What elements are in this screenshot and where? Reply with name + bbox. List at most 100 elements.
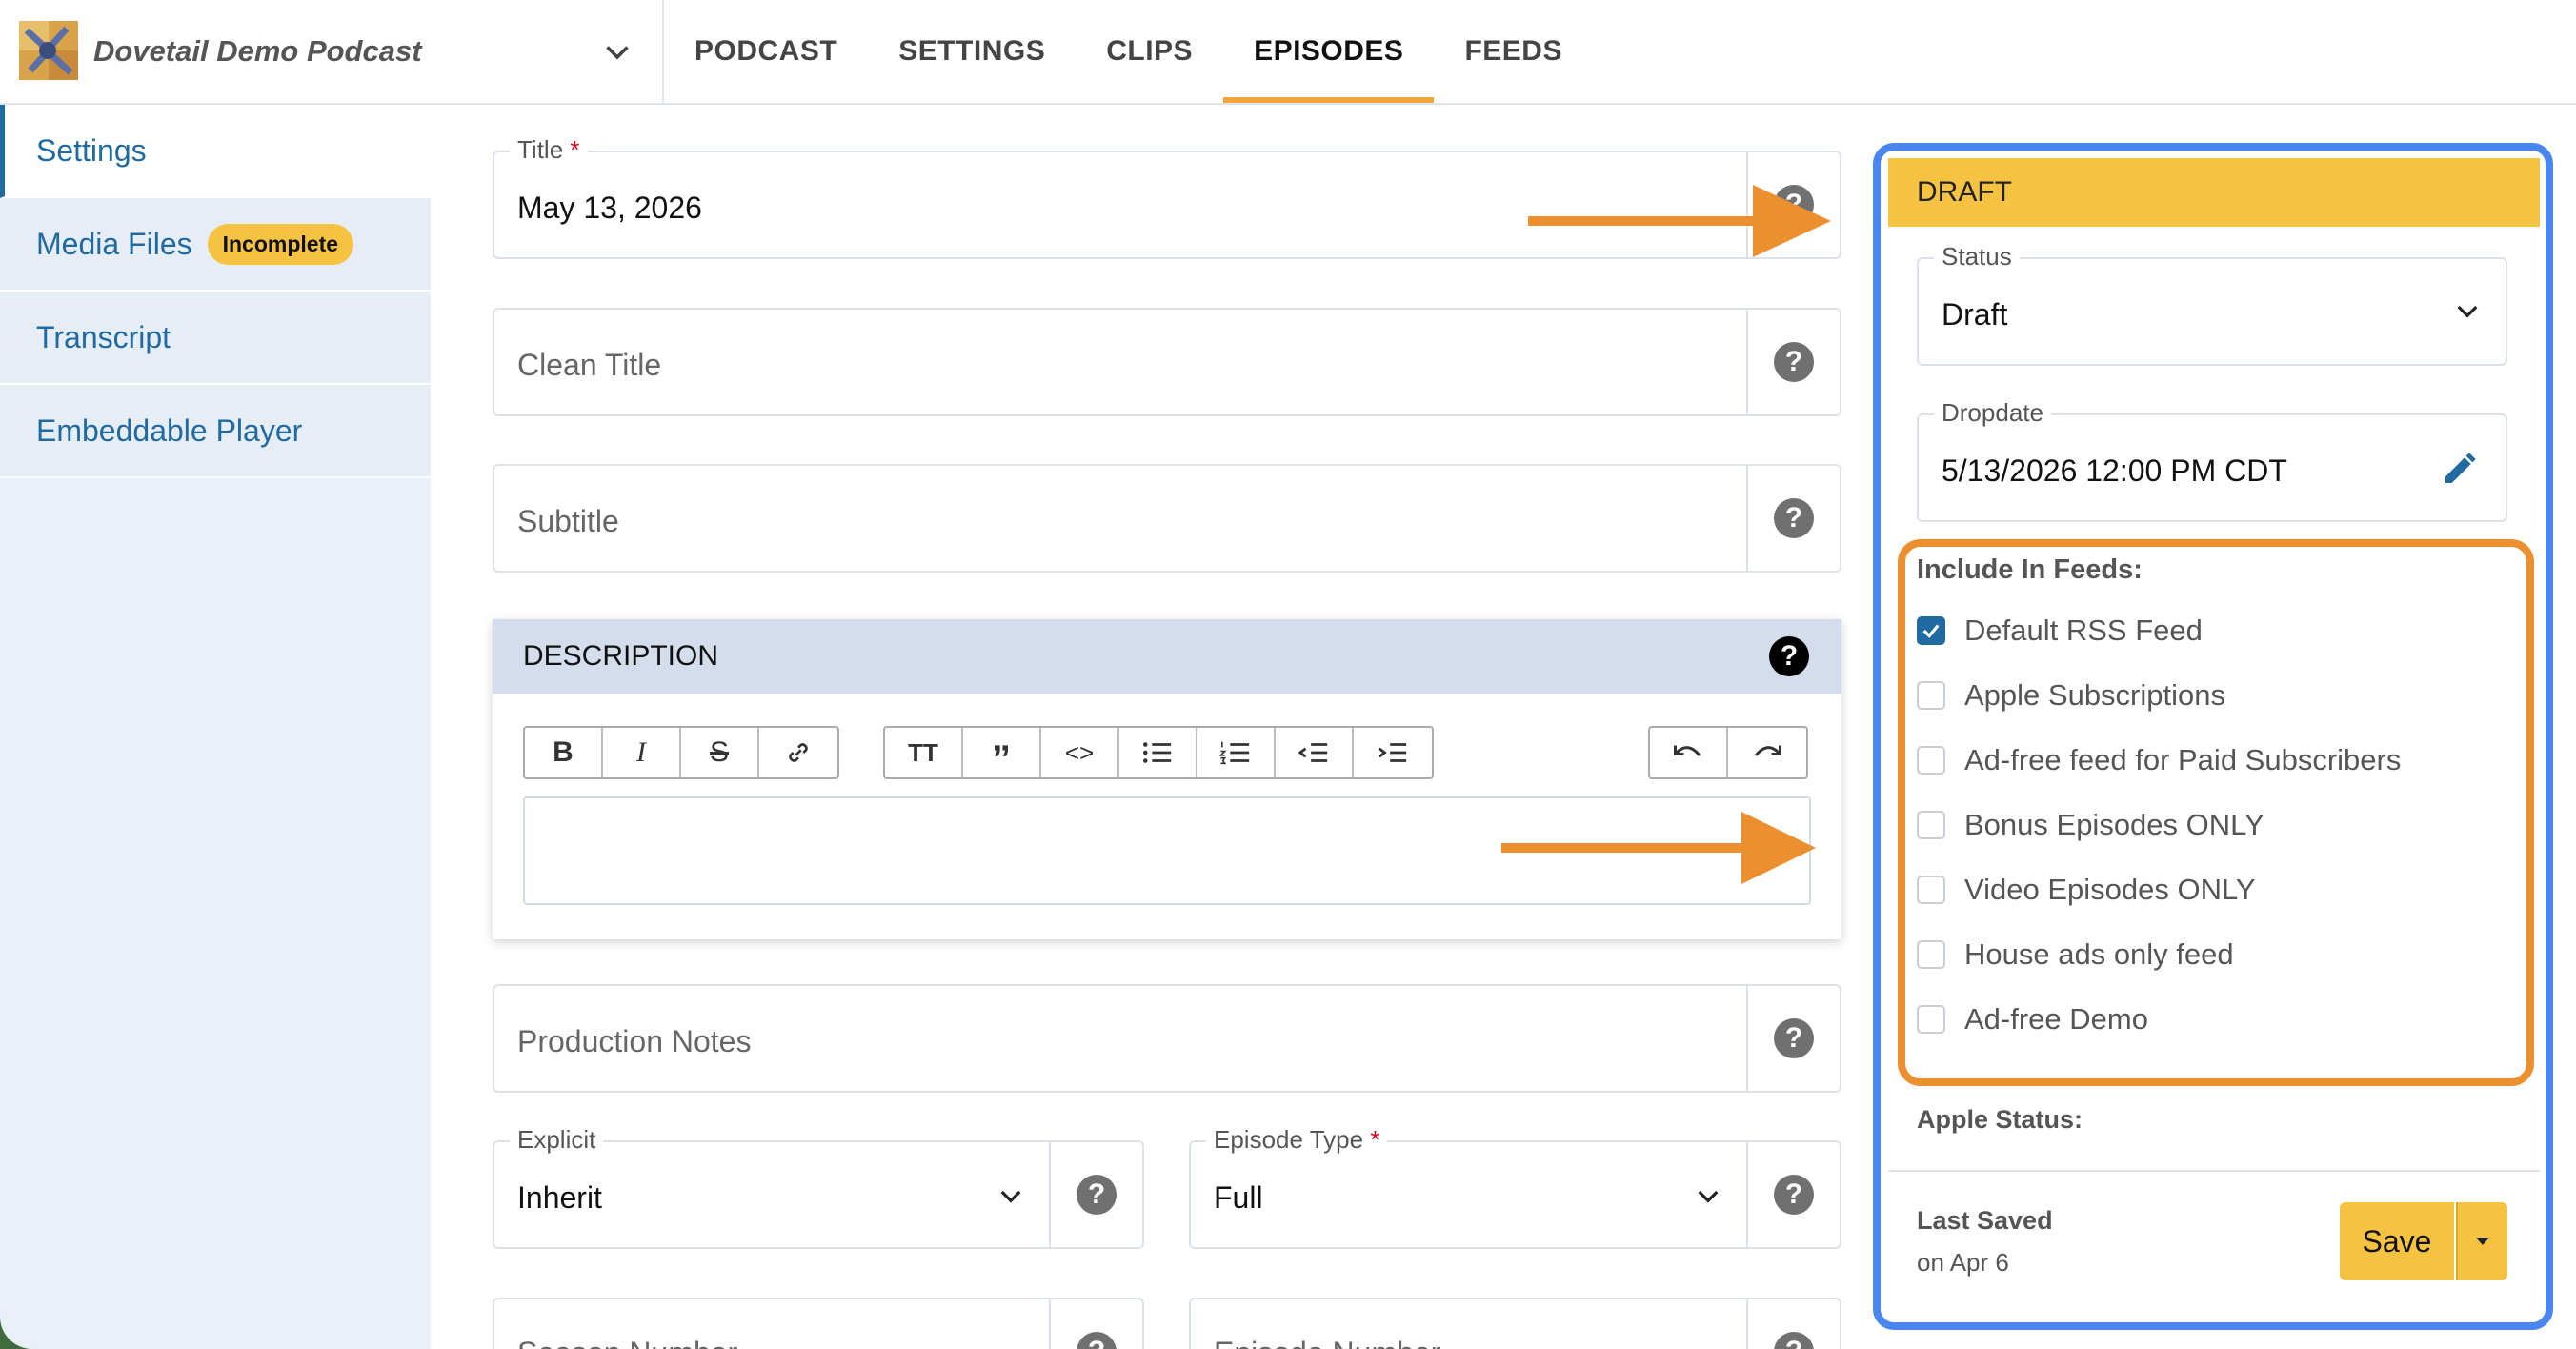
sidebar-item-media-files[interactable]: Media Files Incomplete xyxy=(0,198,431,292)
heading-icon[interactable]: TT xyxy=(885,728,963,777)
help-button[interactable]: ? xyxy=(1049,1299,1142,1349)
help-button[interactable]: ? xyxy=(1746,1142,1840,1247)
feed-label: Apple Subscriptions xyxy=(1964,678,2225,712)
code-icon[interactable]: <> xyxy=(1041,728,1119,777)
app-window: Dovetail Demo Podcast PODCAST SETTINGS C… xyxy=(0,0,2576,1349)
season-number-field[interactable]: Season Number ? xyxy=(493,1298,1144,1349)
save-button[interactable]: Save xyxy=(2340,1202,2454,1280)
help-button[interactable]: ? xyxy=(1746,1299,1840,1349)
bold-icon[interactable]: B xyxy=(525,728,603,777)
checkbox-icon[interactable] xyxy=(1917,1005,1945,1034)
episode-number-field[interactable]: Episode Number ? xyxy=(1189,1298,1841,1349)
episode-number-label: Episode Number xyxy=(1214,1336,1440,1349)
production-notes-field[interactable]: Production Notes ? xyxy=(493,984,1841,1093)
feed-label: Default RSS Feed xyxy=(1964,614,2203,647)
divider xyxy=(1888,1170,2540,1172)
strikethrough-icon[interactable]: S xyxy=(681,728,759,777)
bullet-list-icon[interactable] xyxy=(1119,728,1197,777)
pencil-icon[interactable] xyxy=(2441,450,2479,488)
feed-checkbox-ad-free-paid[interactable]: Ad-free feed for Paid Subscribers xyxy=(1917,743,2401,777)
podcast-selector[interactable]: Dovetail Demo Podcast xyxy=(0,0,664,103)
indent-icon[interactable] xyxy=(1354,728,1432,777)
link-icon[interactable] xyxy=(759,728,837,777)
sidebar-item-label: Embeddable Player xyxy=(36,413,303,448)
subtitle-field[interactable]: Subtitle ? xyxy=(493,464,1841,573)
description-panel: DESCRIPTION ? B I S TT ” <> xyxy=(493,619,1841,939)
sidebar-item-settings[interactable]: Settings xyxy=(0,105,431,198)
checkbox-icon[interactable] xyxy=(1917,811,1945,839)
help-icon[interactable]: ? xyxy=(1769,636,1809,676)
help-button[interactable]: ? xyxy=(1746,466,1840,571)
feed-checkbox-ad-free-demo[interactable]: Ad-free Demo xyxy=(1917,1002,2148,1037)
format-toolbar-group: B I S xyxy=(523,726,839,779)
numbered-list-icon[interactable] xyxy=(1197,728,1276,777)
clean-title-field[interactable]: Clean Title ? xyxy=(493,308,1841,416)
incomplete-badge: Incomplete xyxy=(207,223,354,265)
feed-checkbox-default-rss[interactable]: Default RSS Feed xyxy=(1917,614,2203,648)
explicit-label: Explicit xyxy=(510,1125,604,1155)
block-toolbar-group: TT ” <> xyxy=(883,726,1434,780)
help-button[interactable]: ? xyxy=(1049,1142,1142,1247)
sidebar-item-label: Media Files xyxy=(36,226,192,261)
undo-icon[interactable] xyxy=(1650,728,1728,777)
dropdate-field[interactable]: Dropdate 5/13/2026 12:00 PM CDT xyxy=(1917,398,2507,522)
tab-settings[interactable]: SETTINGS xyxy=(868,0,1076,103)
checkbox-icon[interactable] xyxy=(1917,746,1945,775)
tab-clips[interactable]: CLIPS xyxy=(1076,0,1223,103)
checkbox-checked-icon[interactable] xyxy=(1917,616,1945,645)
clean-title-input[interactable]: Clean Title xyxy=(517,348,661,383)
feed-checkbox-apple-subscriptions[interactable]: Apple Subscriptions xyxy=(1917,678,2225,713)
episode-type-select[interactable]: Episode Type * Full ? xyxy=(1189,1125,1841,1249)
chevron-down-icon xyxy=(1000,1190,1021,1203)
status-value: Draft xyxy=(1942,297,2008,332)
italic-icon[interactable]: I xyxy=(603,728,681,777)
feed-checkbox-bonus-episodes[interactable]: Bonus Episodes ONLY xyxy=(1917,808,2264,842)
sidebar-item-label: Transcript xyxy=(36,319,171,354)
status-label: Status xyxy=(1934,242,2020,272)
podcast-name: Dovetail Demo Podcast xyxy=(93,34,422,68)
help-button[interactable]: ? xyxy=(1746,310,1840,414)
save-options-button[interactable] xyxy=(2456,1202,2507,1280)
top-header: Dovetail Demo Podcast PODCAST SETTINGS C… xyxy=(0,0,2576,105)
sidebar-item-transcript[interactable]: Transcript xyxy=(0,292,431,385)
checkbox-icon[interactable] xyxy=(1917,681,1945,710)
status-select[interactable]: Status Draft xyxy=(1917,242,2507,366)
feed-checkbox-video-episodes[interactable]: Video Episodes ONLY xyxy=(1917,873,2256,907)
quote-icon[interactable]: ” xyxy=(963,728,1041,780)
sidebar-item-label: Settings xyxy=(36,132,147,168)
checkbox-icon[interactable] xyxy=(1917,876,1945,904)
podcast-logo-icon xyxy=(19,21,78,80)
season-number-label: Season Number xyxy=(517,1336,737,1349)
feed-label: Ad-free Demo xyxy=(1964,1002,2148,1036)
outdent-icon[interactable] xyxy=(1276,728,1354,777)
redo-icon[interactable] xyxy=(1728,728,1806,777)
include-in-feeds-title: Include In Feeds: xyxy=(1917,554,2143,585)
tab-podcast[interactable]: PODCAST xyxy=(664,0,868,103)
chevron-down-icon xyxy=(2457,305,2478,318)
checkbox-icon[interactable] xyxy=(1917,940,1945,969)
title-input[interactable]: May 13, 2026 xyxy=(517,191,702,226)
episode-type-value: Full xyxy=(1214,1180,1263,1215)
history-toolbar-group xyxy=(1648,726,1808,779)
help-icon: ? xyxy=(1774,1018,1814,1058)
draft-header: DRAFT xyxy=(1888,158,2540,227)
help-icon: ? xyxy=(1077,1175,1117,1215)
description-header: DESCRIPTION ? xyxy=(493,619,1841,694)
production-notes-input[interactable]: Production Notes xyxy=(517,1024,751,1059)
feed-checkbox-house-ads[interactable]: House ads only feed xyxy=(1917,937,2234,972)
orange-arrow-icon xyxy=(1528,185,1831,257)
window-corner xyxy=(0,1311,38,1349)
help-icon: ? xyxy=(1774,342,1814,382)
dropdate-label: Dropdate xyxy=(1934,398,2051,428)
subtitle-input[interactable]: Subtitle xyxy=(517,504,619,539)
help-button[interactable]: ? xyxy=(1746,986,1840,1091)
explicit-select[interactable]: Explicit Inherit ? xyxy=(493,1125,1144,1249)
tab-feeds[interactable]: FEEDS xyxy=(1434,0,1593,103)
feed-label: Bonus Episodes ONLY xyxy=(1964,808,2264,841)
tab-episodes[interactable]: EPISODES xyxy=(1223,0,1435,103)
description-heading: DESCRIPTION xyxy=(523,640,719,672)
last-saved-date: on Apr 6 xyxy=(1917,1248,2009,1277)
apple-status-label: Apple Status: xyxy=(1917,1105,2083,1134)
chevron-down-icon[interactable] xyxy=(600,34,634,69)
sidebar-item-embeddable-player[interactable]: Embeddable Player xyxy=(0,385,431,478)
